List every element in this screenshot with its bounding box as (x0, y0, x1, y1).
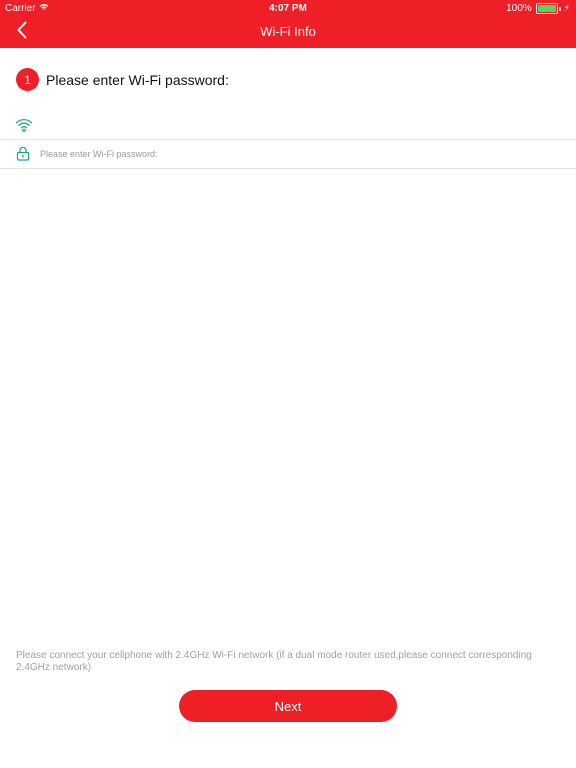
step-heading: 1 Please enter Wi-Fi password: (16, 68, 229, 91)
status-time: 4:07 PM (269, 3, 307, 14)
lock-icon (16, 146, 30, 166)
next-button[interactable]: Next (179, 690, 397, 722)
password-row (0, 140, 576, 169)
status-bar: Carrier 4:07 PM 100% ⚡ (0, 0, 576, 16)
step-label: Please enter Wi-Fi password: (46, 71, 229, 88)
status-battery-group: 100% ⚡ (506, 3, 570, 14)
step-number-badge: 1 (16, 68, 39, 91)
page-title: Wi-Fi Info (260, 24, 316, 39)
network-hint: Please connect your cellphone with 2.4GH… (16, 650, 532, 673)
wifi-icon (15, 118, 33, 137)
charging-icon: ⚡ (563, 3, 570, 13)
battery-icon (535, 3, 561, 14)
wifi-info-screen: Carrier 4:07 PM 100% ⚡ Wi-Fi Info 1 Plea… (0, 0, 576, 768)
battery-percent: 100% (506, 3, 532, 14)
wifi-network-row[interactable] (0, 112, 576, 140)
header: Carrier 4:07 PM 100% ⚡ Wi-Fi Info (0, 0, 576, 48)
nav-bar: Wi-Fi Info (0, 16, 576, 48)
password-input[interactable] (40, 144, 560, 164)
